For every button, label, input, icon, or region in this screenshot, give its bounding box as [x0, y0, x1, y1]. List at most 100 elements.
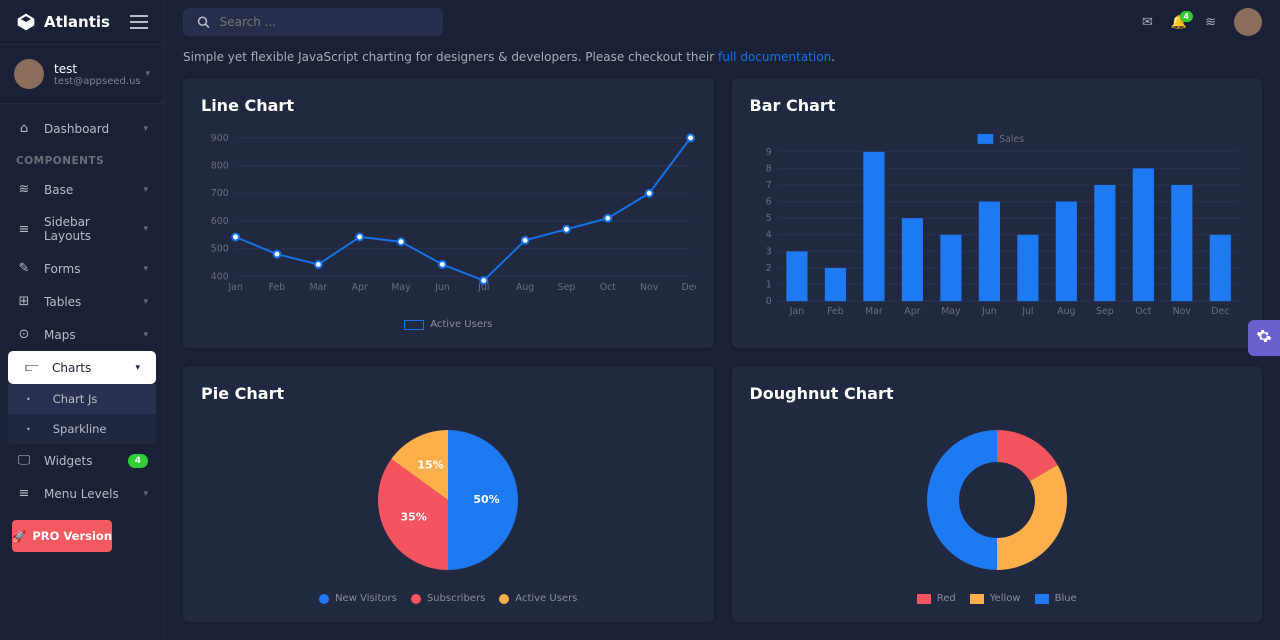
table-icon: ⊞	[16, 294, 32, 309]
user-name: test	[54, 62, 135, 76]
sidebar-item-layouts[interactable]: ≡ Sidebar Layouts ▾	[0, 206, 164, 252]
chevron-down-icon: ▾	[143, 224, 148, 234]
nav: ⌂ Dashboard ▾ COMPONENTS ≋ Base ▾ ≡ Side…	[0, 104, 164, 640]
search-icon	[197, 15, 210, 29]
avatar	[14, 59, 44, 89]
svg-text:Sep: Sep	[1096, 306, 1114, 317]
svg-text:Aug: Aug	[1057, 306, 1075, 317]
svg-text:Jun: Jun	[981, 306, 997, 317]
sidebar-item-tables[interactable]: ⊞ Tables ▾	[0, 285, 164, 318]
svg-text:Mar: Mar	[865, 306, 883, 317]
svg-text:400: 400	[211, 271, 229, 282]
sidebar-subitem-chartjs[interactable]: Chart Js	[8, 384, 156, 414]
pie-chart: 50%35%15%	[318, 415, 578, 585]
svg-text:Apr: Apr	[904, 306, 920, 317]
svg-text:Dec: Dec	[1211, 306, 1229, 317]
card-title: Line Chart	[201, 96, 696, 115]
chevron-down-icon: ▾	[143, 489, 148, 499]
subtitle-text: Simple yet flexible JavaScript charting …	[183, 50, 718, 64]
rocket-icon: 🚀	[12, 529, 26, 543]
svg-text:3: 3	[765, 246, 771, 257]
chevron-down-icon: ▾	[143, 297, 148, 307]
sidebar-item-label: Forms	[44, 262, 131, 276]
mail-icon[interactable]: ✉	[1142, 15, 1153, 30]
sidebar-item-menulevels[interactable]: ≡ Menu Levels ▾	[0, 477, 164, 510]
svg-text:50%: 50%	[474, 493, 500, 506]
svg-text:9: 9	[765, 147, 771, 158]
svg-text:Feb: Feb	[827, 306, 844, 317]
svg-text:Jun: Jun	[434, 282, 450, 293]
sidebar-item-label: Base	[44, 183, 131, 197]
sidebar-item-label: Chart Js	[53, 392, 138, 406]
svg-text:15%: 15%	[418, 459, 444, 472]
svg-text:1: 1	[765, 280, 771, 291]
svg-text:8: 8	[765, 163, 771, 174]
search-box[interactable]	[183, 8, 443, 36]
svg-text:Jul: Jul	[1021, 306, 1033, 317]
legend-item: Red	[917, 593, 956, 604]
card-title: Doughnut Chart	[750, 384, 1245, 403]
list-icon: ≡	[16, 222, 32, 237]
svg-text:Apr: Apr	[352, 282, 368, 293]
svg-text:2: 2	[765, 263, 771, 274]
svg-text:Nov: Nov	[1172, 306, 1191, 317]
sidebar-subitem-sparkline[interactable]: Sparkline	[8, 414, 156, 444]
svg-text:600: 600	[211, 216, 229, 227]
svg-text:May: May	[941, 306, 961, 317]
user-email: test@appseed.us	[54, 76, 135, 87]
card-title: Pie Chart	[201, 384, 696, 403]
logo-icon	[16, 12, 36, 32]
legend-item: Active Users	[499, 593, 577, 604]
form-icon: ✎	[16, 261, 32, 276]
svg-text:Feb: Feb	[269, 282, 286, 293]
sidebar-item-label: Sparkline	[53, 422, 138, 436]
svg-text:7: 7	[765, 180, 771, 191]
sidebar-item-widgets[interactable]: 🖵 Widgets 4	[0, 444, 164, 477]
bar-chart-card: Bar Chart 0123456789JanFebMarAprMayJunJu…	[732, 78, 1263, 348]
user-block[interactable]: test test@appseed.us ▾	[0, 45, 164, 104]
sidebar-item-forms[interactable]: ✎ Forms ▾	[0, 252, 164, 285]
pie-chart-card: Pie Chart 50%35%15% New VisitorsSubscrib…	[183, 366, 714, 622]
pro-label: PRO Version	[32, 529, 112, 543]
pin-icon: ⊙	[16, 327, 32, 342]
brand-link[interactable]: Atlantis	[16, 12, 110, 32]
sidebar-item-maps[interactable]: ⊙ Maps ▾	[0, 318, 164, 351]
legend-item: Subscribers	[411, 593, 485, 604]
sidebar-item-label: Sidebar Layouts	[44, 215, 131, 243]
topbar: ✉ 🔔4 ≋	[165, 0, 1280, 44]
svg-text:Nov: Nov	[640, 282, 659, 293]
sidebar-item-label: Dashboard	[44, 122, 131, 136]
sidebar-item-dashboard[interactable]: ⌂ Dashboard ▾	[0, 112, 164, 145]
menu-toggle-icon[interactable]	[130, 15, 148, 29]
nav-submenu-charts: Chart Js Sparkline	[8, 384, 156, 444]
chevron-down-icon: ▾	[143, 185, 148, 195]
sidebar-item-base[interactable]: ≋ Base ▾	[0, 173, 164, 206]
chevron-down-icon: ▾	[145, 69, 150, 79]
svg-text:Jan: Jan	[788, 306, 804, 317]
sidebar-item-label: Menu Levels	[44, 487, 131, 501]
avatar[interactable]	[1234, 8, 1262, 36]
search-input[interactable]	[220, 15, 429, 29]
docs-link[interactable]: full documentation	[718, 50, 831, 64]
svg-text:0: 0	[765, 296, 771, 307]
legend-item: Blue	[1035, 593, 1077, 604]
bell-icon[interactable]: 🔔4	[1171, 15, 1187, 30]
svg-text:Mar: Mar	[309, 282, 327, 293]
bar-chart: 0123456789JanFebMarAprMayJunJulAugSepOct…	[750, 127, 1245, 322]
sidebar-item-charts[interactable]: ⫍ Charts ▾	[8, 351, 156, 384]
svg-text:Jan: Jan	[227, 282, 243, 293]
legend-item: Yellow	[970, 593, 1021, 604]
bars-icon: ≡	[16, 486, 32, 501]
pro-version-button[interactable]: 🚀 PRO Version	[12, 520, 112, 552]
sidebar-item-label: Tables	[44, 295, 131, 309]
layers-icon: ≋	[16, 182, 32, 197]
svg-text:500: 500	[211, 244, 229, 255]
home-icon: ⌂	[16, 121, 32, 136]
settings-button[interactable]	[1248, 320, 1280, 356]
line-chart: 400500600700800900JanFebMarAprMayJunJulA…	[201, 127, 696, 307]
badge: 4	[128, 454, 148, 468]
desktop-icon: 🖵	[16, 453, 32, 468]
svg-text:May: May	[391, 282, 411, 293]
chevron-down-icon: ▾	[143, 264, 148, 274]
layers-icon[interactable]: ≋	[1205, 15, 1216, 30]
